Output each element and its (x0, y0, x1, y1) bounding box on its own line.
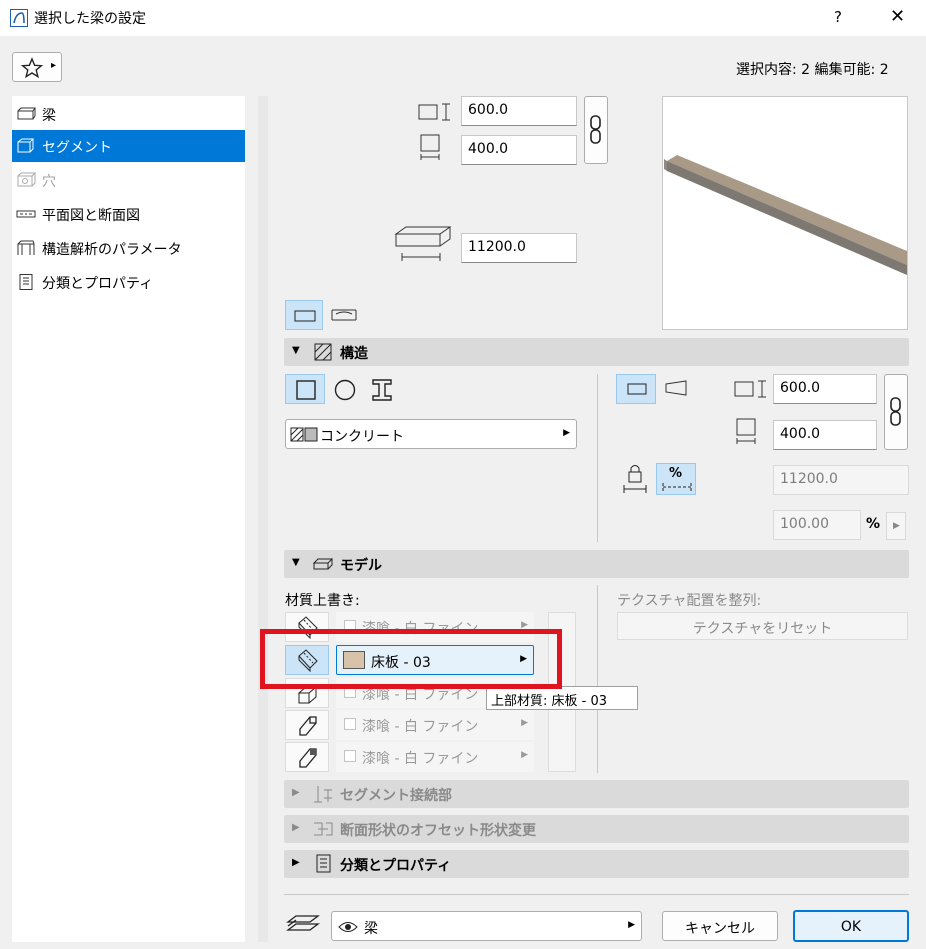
percent-icon: % (669, 466, 683, 481)
footer-divider (284, 894, 909, 895)
percent-arrow-button[interactable]: ▶ (886, 512, 906, 540)
scroll-track[interactable] (258, 96, 268, 942)
annotation-highlight-box (260, 629, 562, 689)
building-material-dropdown[interactable]: コンクリート ▶ (285, 419, 577, 449)
nav-item-classification[interactable]: 分類とプロパティ (12, 266, 245, 298)
expand-triangle-icon: ▶ (292, 787, 300, 798)
layer-dropdown[interactable]: 梁 ▶ (331, 911, 642, 941)
hatch-icon (314, 343, 332, 361)
lock-length-icon[interactable] (622, 462, 648, 496)
ok-button[interactable]: OK (793, 910, 909, 942)
square-icon (296, 380, 316, 400)
texture-reset-button: テクスチャをリセット (617, 612, 908, 640)
beam-length-icon (394, 226, 452, 261)
collapse-triangle-icon: ▼ (292, 345, 300, 356)
concrete-material-icon (290, 427, 318, 442)
segment-height-input[interactable]: 600.0 (773, 374, 877, 404)
uniform-profile-toggle[interactable] (616, 374, 656, 404)
segment-chain-link-icon (890, 397, 901, 426)
beam-back-icon (299, 748, 317, 768)
profile-offset-icon (314, 822, 333, 836)
segment-length-readonly: 11200.0 (773, 465, 909, 495)
surface-back-override-button[interactable] (285, 742, 329, 772)
segment-icon (17, 138, 35, 153)
i-beam-profile-button[interactable] (370, 378, 394, 402)
beam-height-icon (418, 103, 450, 121)
beam-length-input[interactable]: 11200.0 (461, 233, 577, 263)
straight-beam-icon (294, 310, 316, 322)
close-button[interactable]: ✕ (890, 6, 905, 27)
model-divider (597, 585, 598, 773)
nav-item-plan-section[interactable]: 平面図と断面図 (12, 198, 245, 230)
segment-link-button[interactable] (884, 374, 908, 450)
favorites-button[interactable]: ▸ (12, 52, 62, 82)
window-title: 選択した梁の設定 (34, 11, 146, 27)
chain-link-icon (590, 115, 601, 144)
dropdown-arrow-icon: ▶ (563, 428, 570, 438)
row-arrow-icon: ▶ (521, 718, 528, 728)
structural-analysis-icon (17, 240, 35, 255)
classification-doc-icon (316, 854, 331, 873)
material-tooltip: 上部材質: 床板 - 03 (486, 686, 638, 710)
archicad-logo-icon (10, 9, 28, 27)
circular-profile-button[interactable] (333, 378, 357, 402)
uniform-profile-icon (627, 383, 647, 395)
percent-unit: % (866, 516, 881, 532)
expand-triangle-icon: ▶ (292, 822, 300, 833)
profile-offset-section-header[interactable]: ▶ 断面形状のオフセット形状変更 (284, 815, 909, 843)
3d-preview[interactable] (662, 96, 908, 330)
percent-dimension-icon (662, 483, 692, 491)
percent-length-toggle[interactable]: % (656, 463, 696, 495)
nav-item-structural-analysis[interactable]: 構造解析のパラメータ (12, 232, 245, 264)
material-override-label: 材質上書き: (285, 593, 360, 609)
selection-info: 選択内容: 2 編集可能: 2 (736, 62, 889, 78)
nav-item-beam[interactable]: 梁 (12, 98, 245, 130)
straight-beam-toggle[interactable] (285, 300, 323, 330)
help-button[interactable]: ? (834, 8, 842, 26)
rectangular-profile-button[interactable] (285, 374, 325, 404)
segment-height-icon (734, 380, 766, 398)
classification-section-header[interactable]: ▶ 分類とプロパティ (284, 850, 909, 878)
favorites-arrow-icon: ▸ (51, 60, 57, 71)
material-override-row[interactable]: 漆喰 - 白 ファイン ▶ (336, 742, 534, 772)
nav-item-segment[interactable]: セグメント (12, 130, 245, 162)
structure-divider (597, 374, 598, 542)
beam-front-icon (299, 716, 317, 736)
texture-align-label: テクスチャ配置を整列: (617, 593, 762, 609)
eye-icon (338, 922, 358, 932)
material-checkbox[interactable] (344, 718, 356, 730)
plan-section-icon (16, 210, 36, 218)
structure-section-header[interactable]: ▼ 構造 (284, 338, 909, 366)
tapered-profile-toggle[interactable] (664, 380, 690, 396)
percent-value-readonly: 100.00 (773, 510, 861, 540)
material-checkbox[interactable] (344, 750, 356, 762)
expand-triangle-icon: ▶ (292, 857, 300, 868)
nav-item-hole[interactable]: 穴 (12, 164, 245, 196)
link-dimensions-button[interactable] (584, 96, 608, 164)
dialog-window: 選択した梁の設定 ? ✕ ▸ 選択内容: 2 編集可能: 2 梁 セグメント 穴… (0, 0, 926, 949)
model-section-header[interactable]: ▼ モデル (284, 550, 909, 578)
dropdown-arrow-icon: ▶ (628, 920, 635, 930)
star-icon (21, 57, 43, 79)
segment-width-icon (736, 418, 756, 444)
curved-beam-toggle[interactable] (330, 306, 358, 324)
model-icon (312, 558, 334, 570)
surface-front-override-button[interactable] (285, 710, 329, 740)
beam-height-input[interactable]: 600.0 (461, 96, 577, 126)
beam-width-icon (420, 134, 440, 160)
beam-icon (17, 107, 36, 120)
material-override-row[interactable]: 漆喰 - 白 ファイン ▶ (336, 710, 534, 740)
beam-preview-graphic (664, 155, 907, 275)
beam-width-input[interactable]: 400.0 (461, 135, 577, 165)
collapse-triangle-icon: ▼ (292, 557, 300, 568)
hole-icon (17, 172, 36, 187)
title-bar: 選択した梁の設定 ? ✕ (0, 0, 926, 36)
row-arrow-icon: ▶ (521, 750, 528, 760)
layer-icon (286, 915, 320, 931)
segment-joint-section-header[interactable]: ▶ セグメント接続部 (284, 780, 909, 808)
classification-icon (19, 274, 33, 290)
segment-width-input[interactable]: 400.0 (773, 420, 877, 450)
cancel-button[interactable]: キャンセル (662, 911, 778, 941)
segment-joint-icon (314, 786, 332, 803)
